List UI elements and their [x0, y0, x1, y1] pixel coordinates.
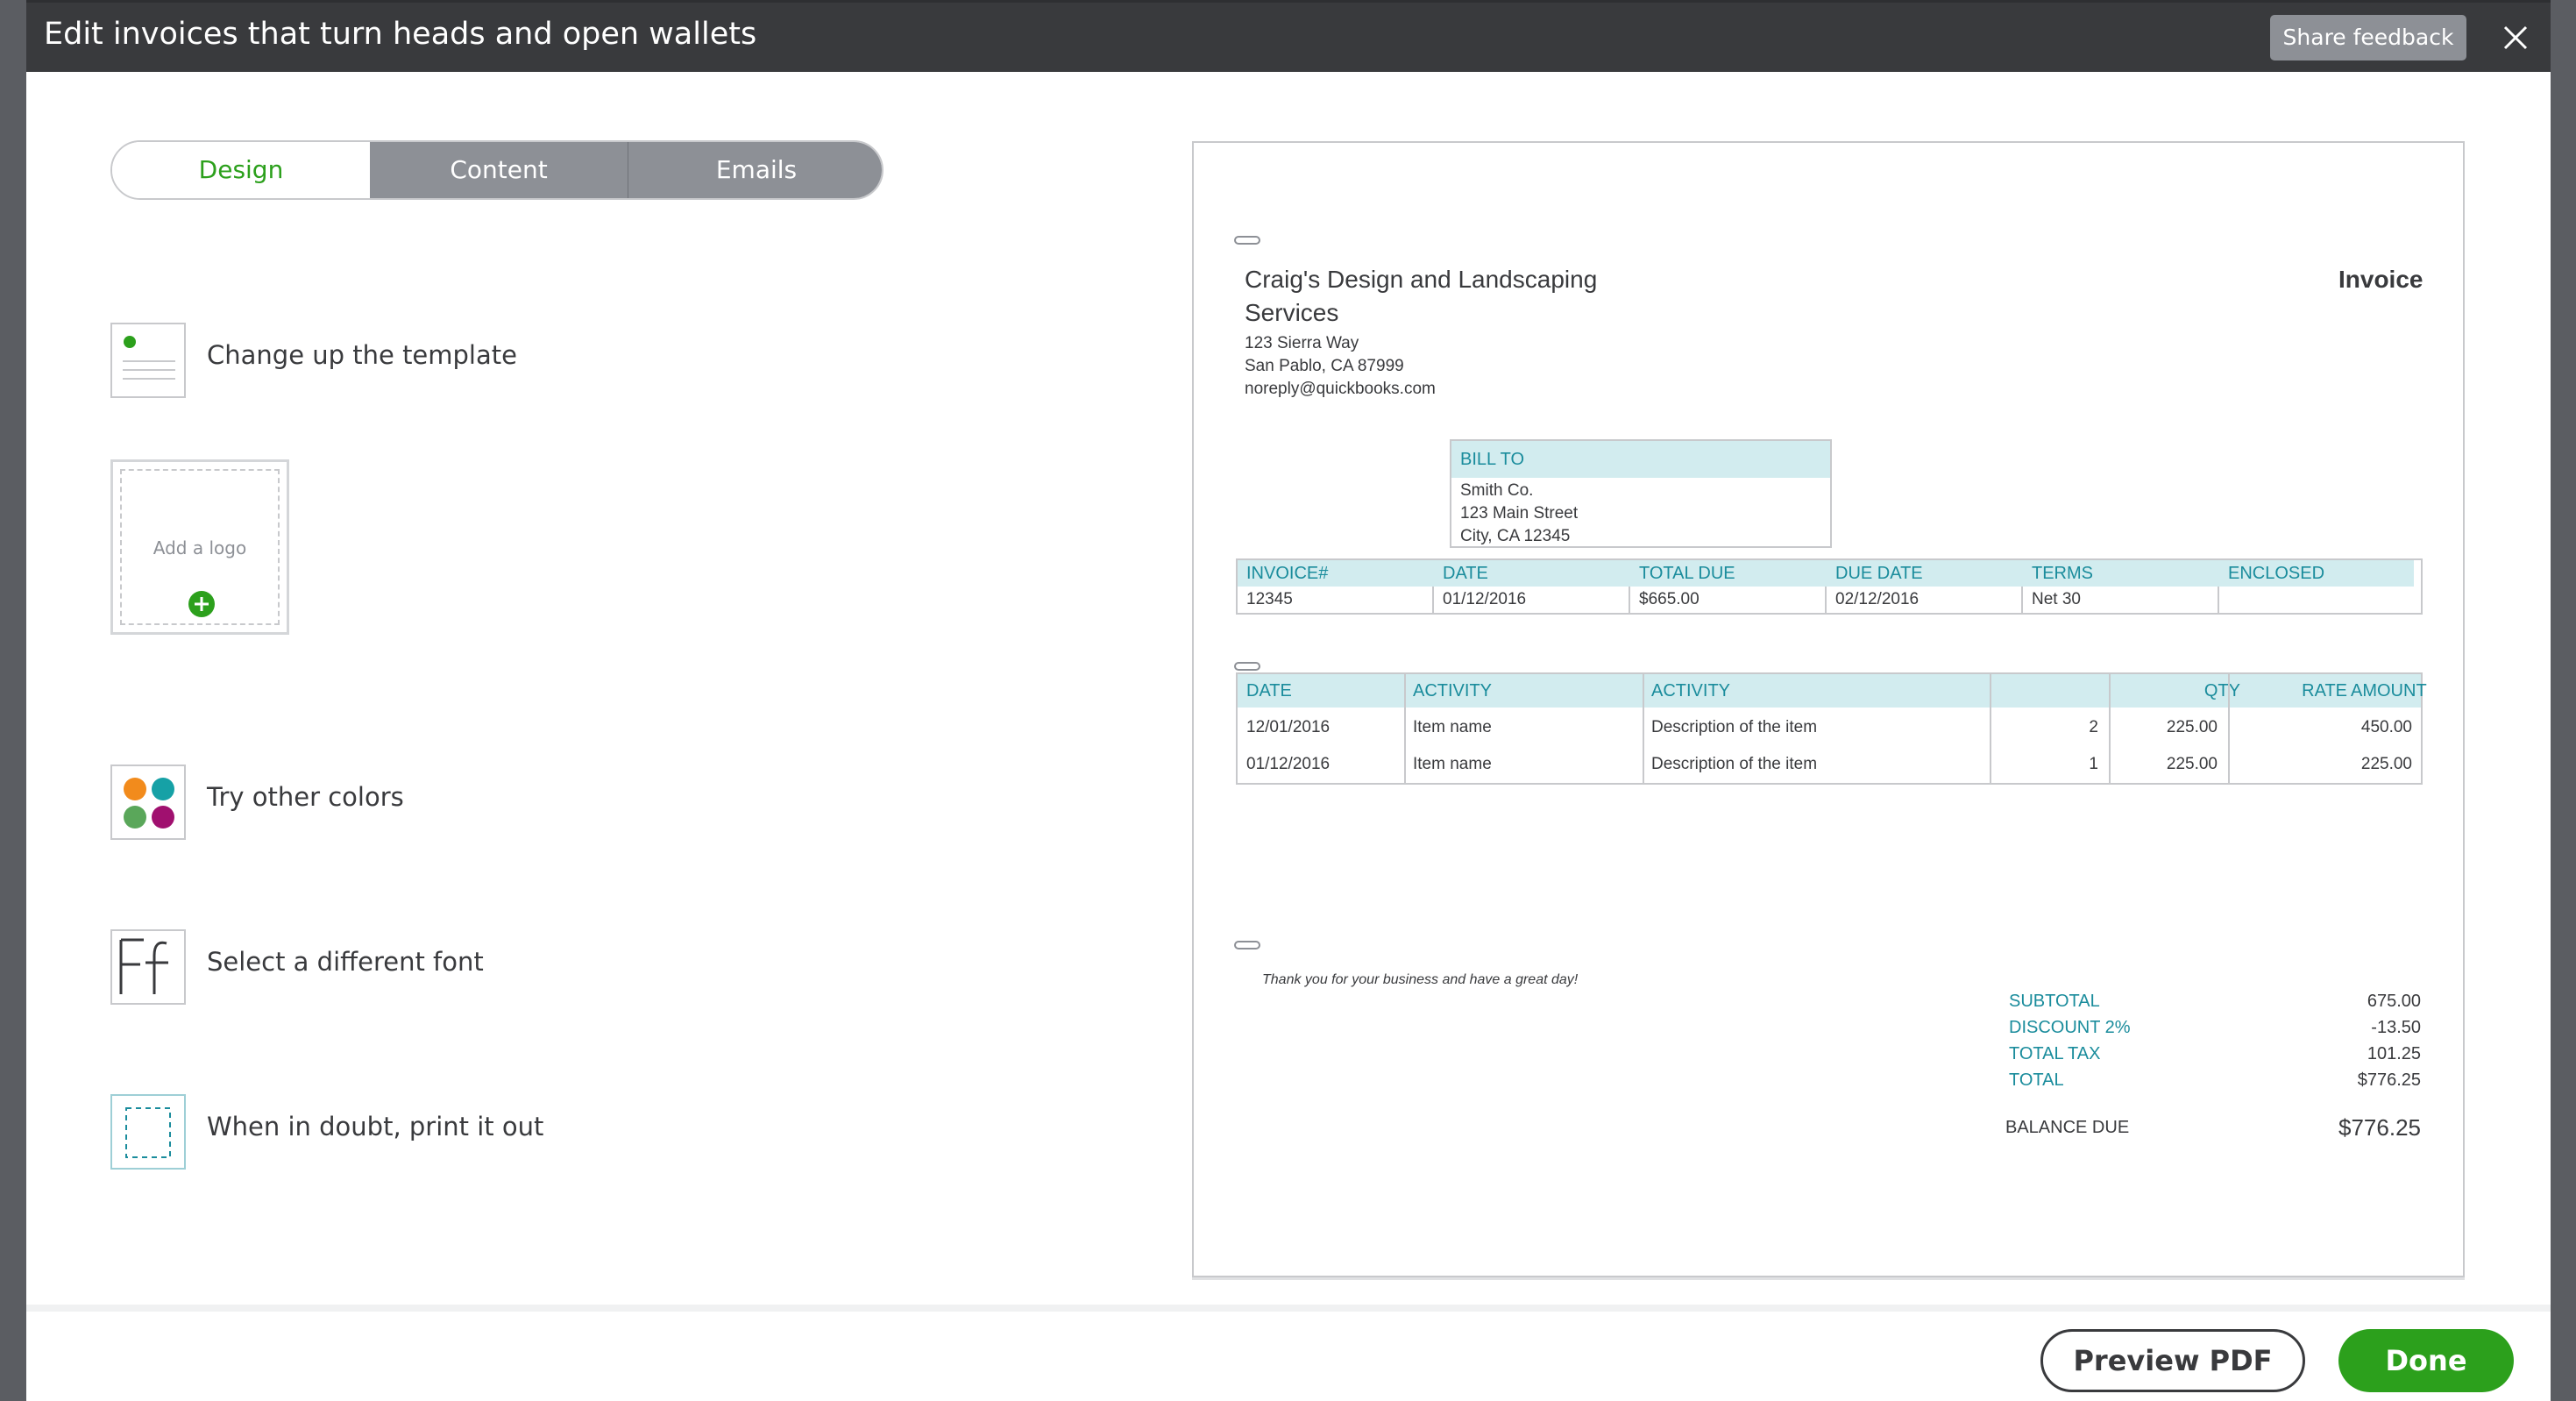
line-amount: 225.00 — [2360, 755, 2412, 773]
total-value: $776.25 — [2357, 1070, 2421, 1090]
line-date: 01/12/2016 — [1246, 755, 1331, 773]
line-qty: 1 — [2089, 755, 2098, 773]
line-description: Description of the item — [1651, 755, 1818, 773]
invoice-customization-modal: Edit invoices that turn heads and open w… — [26, 0, 2551, 1401]
line-amount: 450.00 — [2360, 718, 2412, 736]
bill-to-city: City, CA 12345 — [1460, 527, 1571, 545]
info-header: INVOICE# — [1246, 564, 1329, 583]
tab-emails[interactable]: Emails — [628, 142, 882, 198]
total-label: TOTAL — [2009, 1070, 2064, 1090]
info-value: 02/12/2016 — [1827, 587, 2023, 613]
info-header: TOTAL DUE — [1639, 564, 1735, 583]
balance-due-value: $776.25 — [2338, 1114, 2421, 1141]
invoice-doc-title: Invoice — [2338, 266, 2423, 293]
balance-due-label: BALANCE DUE — [2005, 1118, 2130, 1137]
line-header: DATE — [1246, 681, 1292, 700]
font-icon[interactable] — [110, 929, 186, 1005]
line-rate: 225.00 — [2166, 755, 2218, 773]
drag-handle-icon[interactable] — [1234, 941, 1260, 949]
info-value — [2219, 587, 2416, 613]
info-header: DUE DATE — [1835, 564, 1923, 583]
done-button[interactable]: Done — [2338, 1329, 2514, 1392]
bill-to-label: BILL TO — [1460, 450, 1525, 469]
add-logo-label: Add a logo — [153, 537, 247, 558]
line-rate: 225.00 — [2166, 718, 2218, 736]
bill-to-name: Smith Co. — [1460, 481, 1534, 500]
company-address-1: 123 Sierra Way — [1245, 334, 1359, 352]
info-value: $665.00 — [1630, 587, 1827, 613]
line-description: Description of the item — [1651, 718, 1818, 736]
total-value: 101.25 — [2367, 1044, 2421, 1063]
total-label: TOTAL TAX — [2009, 1044, 2101, 1063]
company-address-2: San Pablo, CA 87999 — [1245, 357, 1404, 375]
bill-to-street: 123 Main Street — [1460, 504, 1579, 523]
line-header: ACTIVITY — [1651, 681, 1731, 700]
color-palette-icon[interactable] — [110, 765, 186, 840]
modal-title: Edit invoices that turn heads and open w… — [44, 17, 757, 52]
total-label: DISCOUNT 2% — [2009, 1018, 2131, 1037]
plus-circle-icon[interactable] — [188, 590, 216, 618]
close-icon[interactable] — [2496, 18, 2535, 57]
info-header: ENCLOSED — [2228, 564, 2325, 583]
line-header: ACTIVITY — [1413, 681, 1493, 700]
invoice-preview: Craig's Design and Landscaping Services … — [1192, 141, 2465, 1277]
drag-handle-icon[interactable] — [1234, 236, 1260, 245]
design-content-emails-tabs: Design Content Emails — [110, 140, 884, 200]
line-activity: Item name — [1413, 755, 1492, 773]
total-value: -13.50 — [2371, 1018, 2421, 1037]
total-value: 675.00 — [2367, 992, 2421, 1011]
info-header: TERMS — [2032, 564, 2093, 583]
title-bar: Edit invoices that turn heads and open w… — [26, 0, 2551, 72]
info-value: 01/12/2016 — [1434, 587, 1630, 613]
footer-divider — [26, 1305, 2551, 1312]
invoice-info-table: INVOICE# DATE TOTAL DUE DUE DATE TERMS E… — [1236, 558, 2423, 615]
total-label: SUBTOTAL — [2009, 992, 2100, 1011]
line-date: 12/01/2016 — [1246, 718, 1331, 736]
line-header: AMOUNT — [2351, 681, 2427, 700]
bill-to-box: BILL TO Smith Co. 123 Main Street City, … — [1450, 439, 1832, 548]
logo-dropzone: Add a logo — [120, 469, 280, 625]
line-header: RATE — [2302, 681, 2347, 700]
print-margins-icon[interactable] — [110, 1094, 186, 1170]
info-header: DATE — [1443, 564, 1488, 583]
tab-design[interactable]: Design — [112, 142, 370, 198]
tab-content[interactable]: Content — [370, 142, 628, 198]
print-link[interactable]: When in doubt, print it out — [207, 1112, 543, 1141]
company-name: Craig's Design and Landscaping — [1245, 266, 1598, 293]
line-header: QTY — [2203, 681, 2240, 700]
line-qty: 2 — [2089, 718, 2098, 736]
preview-pdf-button[interactable]: Preview PDF — [2040, 1329, 2305, 1392]
company-name-line2: Services — [1245, 299, 1339, 326]
line-activity: Item name — [1413, 718, 1492, 736]
template-icon[interactable] — [110, 323, 186, 398]
share-feedback-button[interactable]: Share feedback — [2270, 15, 2466, 60]
line-items-table: DATE ACTIVITY ACTIVITY QTY RATE AMOUNT 1… — [1236, 672, 2427, 785]
info-value: Net 30 — [2023, 587, 2219, 613]
thank-you-message: Thank you for your business and have a g… — [1262, 972, 1579, 987]
change-template-link[interactable]: Change up the template — [207, 340, 517, 370]
drag-handle-icon[interactable] — [1234, 662, 1260, 671]
add-logo-box[interactable]: Add a logo — [110, 459, 289, 635]
select-font-link[interactable]: Select a different font — [207, 947, 484, 977]
info-value: 12345 — [1238, 587, 1434, 613]
company-email: noreply@quickbooks.com — [1245, 380, 1436, 398]
try-colors-link[interactable]: Try other colors — [207, 782, 404, 812]
